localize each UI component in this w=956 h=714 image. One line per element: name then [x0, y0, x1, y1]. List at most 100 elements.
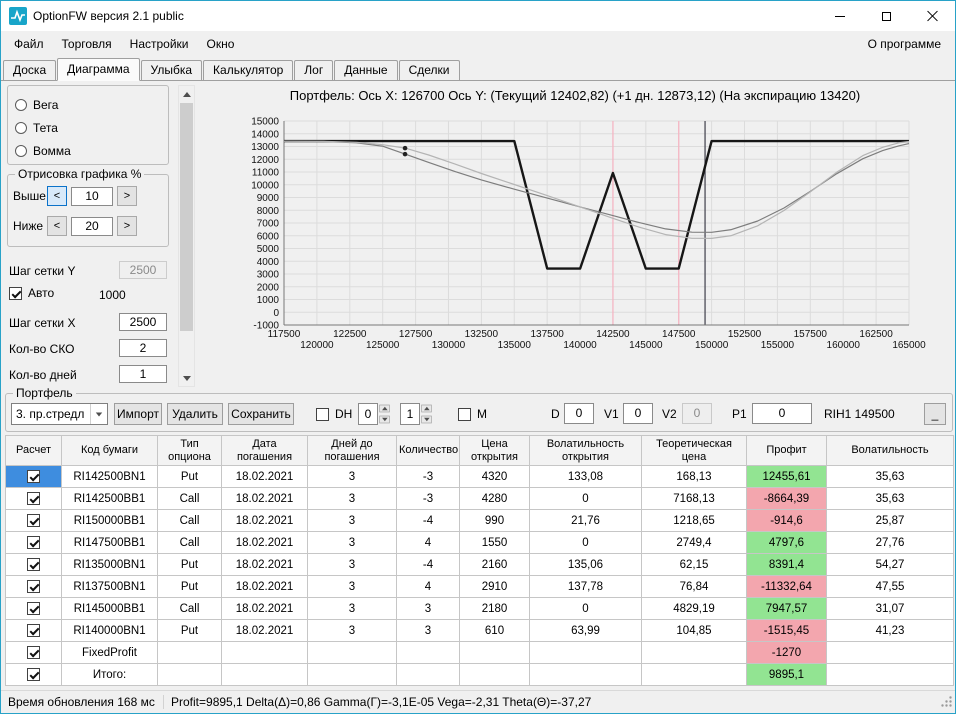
cell-profit[interactable]: 4797,6: [746, 531, 827, 554]
cell-vol[interactable]: 41,23: [826, 619, 954, 642]
cell-open[interactable]: 4320: [459, 465, 530, 488]
scrollbar-thumb[interactable]: [180, 103, 193, 331]
cell-qty[interactable]: 4: [396, 575, 460, 598]
save-button[interactable]: Сохранить: [228, 403, 294, 425]
m-checkbox-row[interactable]: M: [458, 407, 487, 421]
column-header[interactable]: Теоретическая цена: [641, 435, 747, 466]
cell-date[interactable]: 18.02.2021: [221, 575, 308, 598]
above-percent-input[interactable]: 10: [71, 186, 113, 206]
row-check-cell[interactable]: [5, 487, 62, 510]
cell-code[interactable]: FixedProfit: [61, 641, 158, 664]
panel-scrollbar[interactable]: [178, 85, 195, 387]
cell-open[interactable]: 1550: [459, 531, 530, 554]
cell-profit[interactable]: 12455,61: [746, 465, 827, 488]
cell-date[interactable]: 18.02.2021: [221, 509, 308, 532]
cell-type[interactable]: Put: [157, 575, 222, 598]
dh-spinner-1-value[interactable]: 0: [358, 403, 378, 425]
scroll-up-button[interactable]: [179, 86, 194, 102]
cell-days[interactable]: 3: [307, 619, 397, 642]
cell-open_vol[interactable]: [529, 663, 642, 686]
cell-days[interactable]: 3: [307, 575, 397, 598]
cell-date[interactable]: 18.02.2021: [221, 465, 308, 488]
cell-theo[interactable]: [641, 663, 747, 686]
cell-vol[interactable]: [826, 641, 954, 664]
cell-code[interactable]: RI135000BN1: [61, 553, 158, 576]
cell-theo[interactable]: 62,15: [641, 553, 747, 576]
row-checkbox[interactable]: [27, 580, 40, 593]
cell-date[interactable]: [221, 641, 308, 664]
tab-Доска[interactable]: Доска: [3, 60, 57, 80]
dh-spinner-2[interactable]: 1: [400, 403, 434, 425]
cell-theo[interactable]: 168,13: [641, 465, 747, 488]
column-header[interactable]: Профит: [746, 435, 827, 466]
cell-days[interactable]: 3: [307, 531, 397, 554]
dh-checkbox-row[interactable]: DH: [316, 407, 352, 421]
column-header[interactable]: Цена открытия: [459, 435, 530, 466]
dh-spinner-1[interactable]: 0: [358, 403, 392, 425]
cell-qty[interactable]: 3: [396, 597, 460, 620]
delete-button[interactable]: Удалить: [167, 403, 223, 425]
cell-date[interactable]: 18.02.2021: [221, 487, 308, 510]
cell-theo[interactable]: 2749,4: [641, 531, 747, 554]
cell-date[interactable]: [221, 663, 308, 686]
tab-Диаграмма[interactable]: Диаграмма: [57, 58, 140, 81]
row-check-cell[interactable]: [5, 465, 62, 488]
row-checkbox[interactable]: [27, 492, 40, 505]
cell-type[interactable]: Call: [157, 487, 222, 510]
menu-item-3[interactable]: Настройки: [121, 33, 198, 55]
cell-days[interactable]: 3: [307, 509, 397, 532]
cell-date[interactable]: 18.02.2021: [221, 531, 308, 554]
cell-open_vol[interactable]: 0: [529, 487, 642, 510]
cell-code[interactable]: RI142500BN1: [61, 465, 158, 488]
tab-Данные[interactable]: Данные: [334, 60, 398, 80]
d-input[interactable]: 0: [564, 403, 594, 424]
cell-code[interactable]: RI145000BB1: [61, 597, 158, 620]
column-header[interactable]: Дата погашения: [221, 435, 308, 466]
minimize-button[interactable]: [817, 1, 863, 31]
cell-days[interactable]: [307, 641, 397, 664]
cell-open[interactable]: 610: [459, 619, 530, 642]
cell-qty[interactable]: -3: [396, 487, 460, 510]
row-check-cell[interactable]: [5, 553, 62, 576]
cell-days[interactable]: 3: [307, 487, 397, 510]
import-button[interactable]: Импорт: [114, 403, 162, 425]
cell-open_vol[interactable]: 63,99: [529, 619, 642, 642]
cell-theo[interactable]: 7168,13: [641, 487, 747, 510]
cell-open_vol[interactable]: 21,76: [529, 509, 642, 532]
cell-vol[interactable]: 35,63: [826, 487, 954, 510]
cell-open[interactable]: [459, 641, 530, 664]
cell-type[interactable]: [157, 663, 222, 686]
row-check-cell[interactable]: [5, 531, 62, 554]
m-checkbox[interactable]: [458, 407, 471, 421]
cell-vol[interactable]: 54,27: [826, 553, 954, 576]
dh-spinner-2-value[interactable]: 1: [400, 403, 420, 425]
cell-days[interactable]: [307, 663, 397, 686]
tab-Калькулятор[interactable]: Калькулятор: [203, 60, 294, 80]
cell-open_vol[interactable]: 0: [529, 597, 642, 620]
row-check-cell[interactable]: [5, 663, 62, 686]
cell-open_vol[interactable]: [529, 641, 642, 664]
column-header[interactable]: Волатильность открытия: [529, 435, 642, 466]
above-increment-button[interactable]: >: [117, 186, 137, 206]
v1-input[interactable]: 0: [623, 403, 653, 424]
cell-days[interactable]: 3: [307, 553, 397, 576]
cell-code[interactable]: RI147500BB1: [61, 531, 158, 554]
cell-vol[interactable]: [826, 663, 954, 686]
menu-item-about[interactable]: О программе: [858, 33, 951, 55]
above-decrement-button[interactable]: <: [47, 186, 67, 206]
cell-code[interactable]: RI140000BN1: [61, 619, 158, 642]
cell-open[interactable]: 990: [459, 509, 530, 532]
cell-type[interactable]: Put: [157, 553, 222, 576]
cell-profit[interactable]: 8391,4: [746, 553, 827, 576]
cell-vol[interactable]: 35,63: [826, 465, 954, 488]
cell-open_vol[interactable]: 137,78: [529, 575, 642, 598]
cell-qty[interactable]: 3: [396, 619, 460, 642]
cell-code[interactable]: Итого:: [61, 663, 158, 686]
cell-date[interactable]: 18.02.2021: [221, 597, 308, 620]
below-increment-button[interactable]: >: [117, 216, 137, 236]
collapse-button[interactable]: _: [924, 403, 946, 425]
cell-theo[interactable]: 76,84: [641, 575, 747, 598]
cell-type[interactable]: [157, 641, 222, 664]
row-checkbox[interactable]: [27, 646, 40, 659]
tab-Лог[interactable]: Лог: [294, 60, 334, 80]
